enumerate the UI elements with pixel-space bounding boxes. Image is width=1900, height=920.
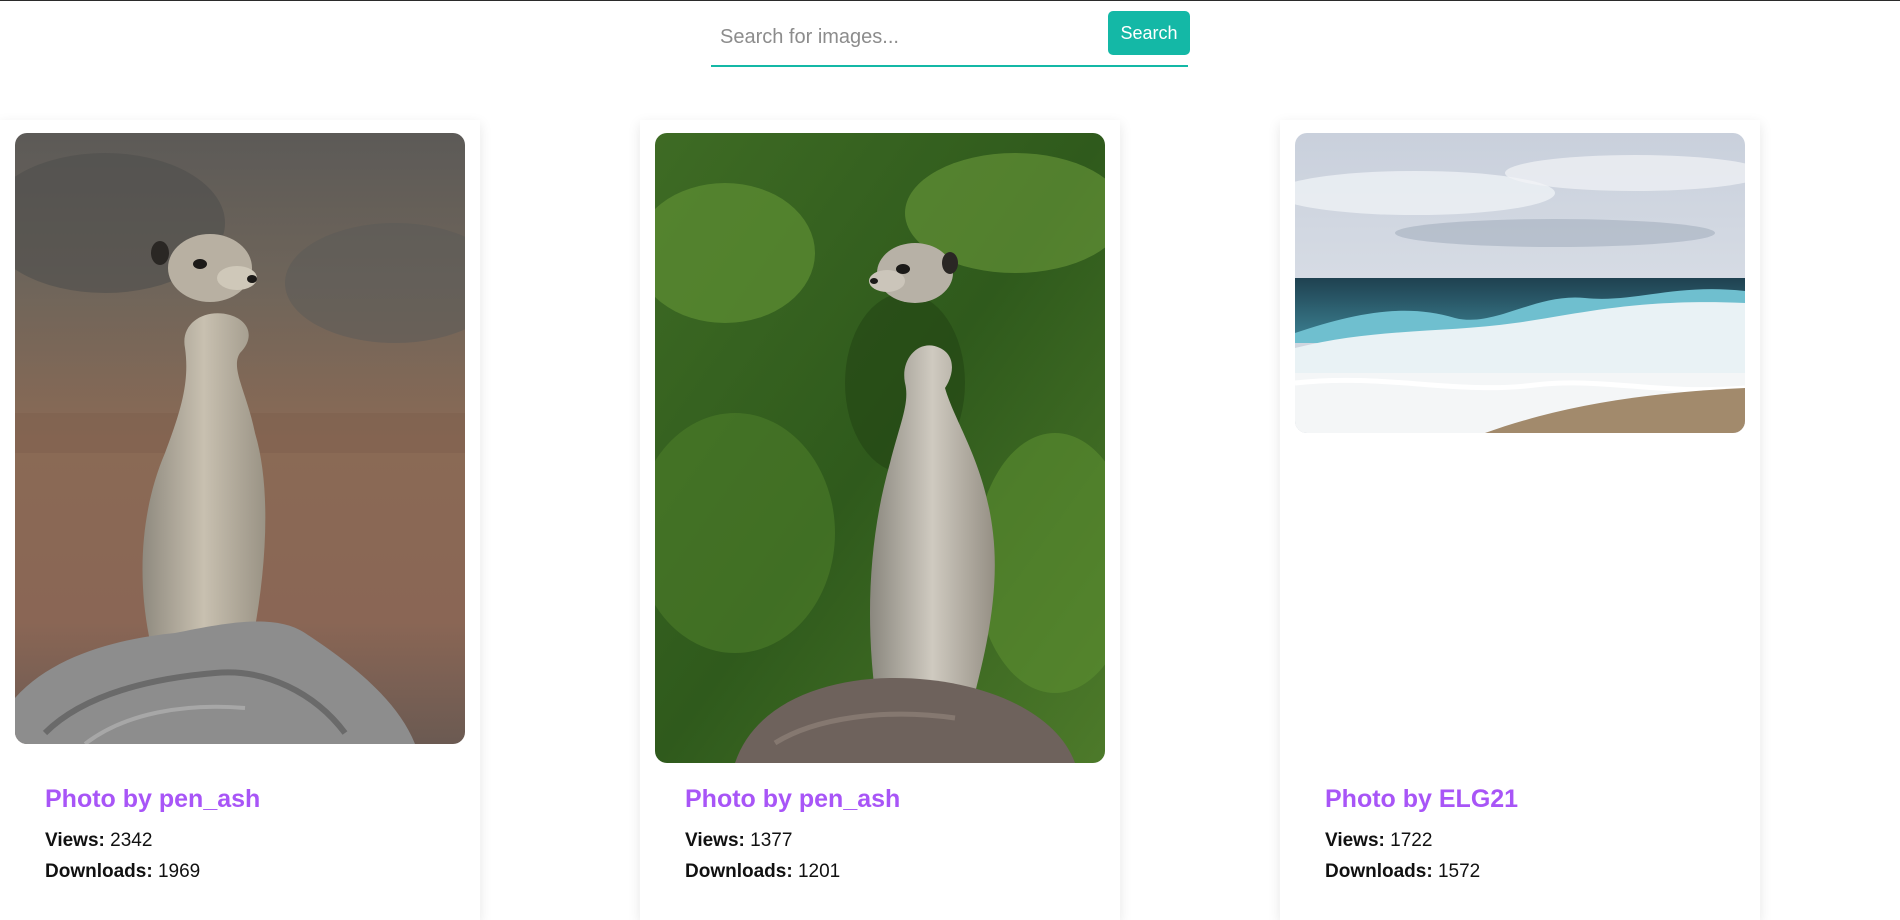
image-card: Photo by ELG21 Views: 1722 Downloads: 15… [1280, 120, 1760, 920]
meerkat-in-greenery-image[interactable] [655, 133, 1105, 763]
meerkat-on-rock-image[interactable] [15, 133, 465, 744]
views-value: 1722 [1390, 830, 1433, 851]
views-stat: Views: 1722 [1325, 830, 1432, 852]
downloads-value: 1969 [157, 861, 201, 882]
views-stat: Views: 1377 [685, 830, 792, 852]
card-title[interactable]: Photo by pen_ash [685, 785, 900, 814]
downloads-stat: Downloads: 1201 [685, 861, 840, 883]
card-title[interactable]: Photo by pen_ash [45, 785, 260, 814]
ocean-waves-image[interactable] [1295, 133, 1745, 433]
search-button[interactable]: Search [1108, 11, 1190, 55]
image-card: Photo by pen_ash Views: 1377 Downloads: … [640, 120, 1120, 920]
image-card: Photo by pen_ash Views: 2342 Downloads: … [0, 120, 480, 920]
card-title[interactable]: Photo by ELG21 [1325, 785, 1518, 814]
downloads-stat: Downloads: 1969 [45, 861, 200, 883]
views-label: Views: [1325, 830, 1385, 851]
views-stat: Views: 2342 [45, 830, 152, 852]
top-border [0, 0, 1900, 1]
downloads-stat: Downloads: 1572 [1325, 861, 1480, 883]
downloads-label: Downloads: [45, 861, 153, 882]
views-value: 2342 [110, 830, 153, 851]
views-label: Views: [685, 830, 745, 851]
downloads-label: Downloads: [1325, 861, 1433, 882]
views-label: Views: [45, 830, 105, 851]
downloads-value: 1572 [1437, 861, 1481, 882]
downloads-label: Downloads: [685, 861, 793, 882]
search-underline [711, 65, 1188, 67]
search-input[interactable] [711, 10, 1091, 64]
search-form: Search [711, 10, 1190, 67]
views-value: 1377 [750, 830, 793, 851]
downloads-value: 1201 [797, 861, 841, 882]
